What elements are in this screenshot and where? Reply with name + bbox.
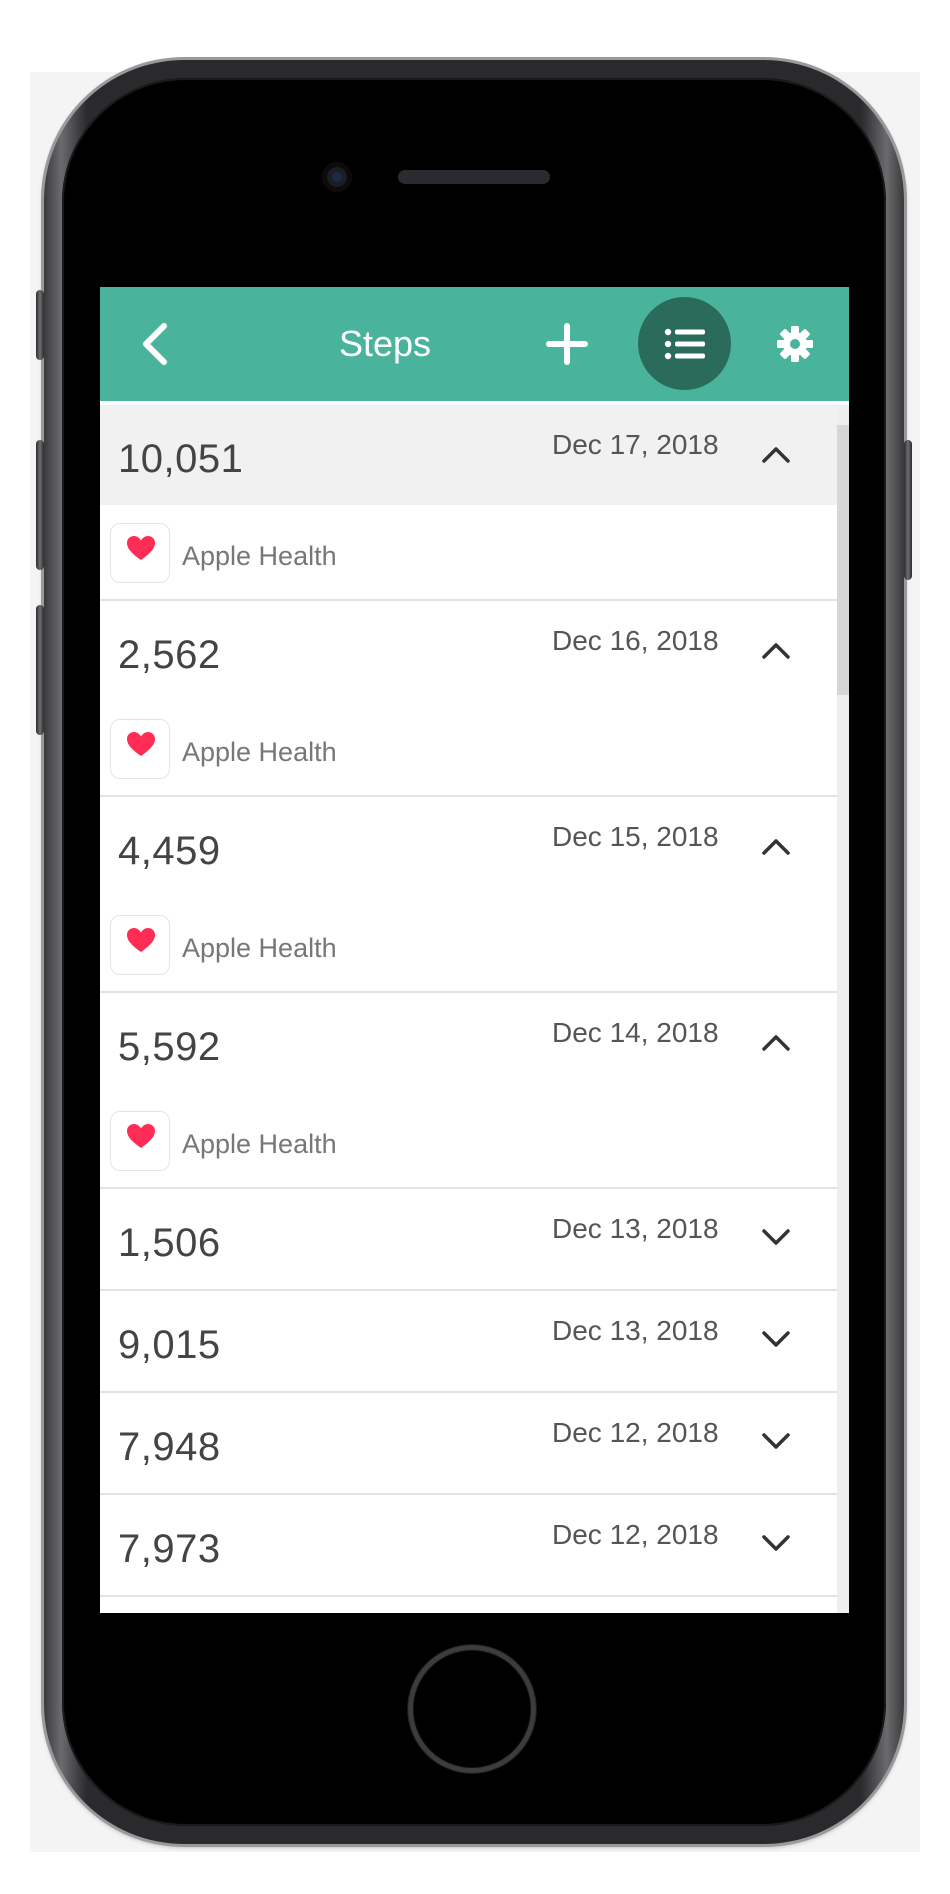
scrollbar-thumb[interactable] bbox=[837, 425, 849, 695]
entry-date: Dec 12, 2018 bbox=[552, 1417, 719, 1448]
apple-health-app-icon bbox=[110, 1111, 170, 1171]
front-camera bbox=[322, 162, 352, 192]
chevron-down-icon[interactable] bbox=[760, 1531, 792, 1555]
home-button[interactable] bbox=[408, 1645, 536, 1773]
chevron-down-icon[interactable] bbox=[760, 1429, 792, 1453]
entry-date: Dec 13, 2018 bbox=[552, 1213, 719, 1244]
data-source-label: Apple Health bbox=[182, 541, 337, 571]
step-entry-header[interactable]: 1,506 Dec 13, 2018 bbox=[100, 1189, 849, 1289]
list-view-button[interactable] bbox=[638, 297, 731, 390]
heart-icon bbox=[127, 536, 155, 560]
app-screen: Steps 10,051 Dec 17, 2018 Apple Health 2… bbox=[100, 287, 849, 1613]
chevron-down-icon[interactable] bbox=[760, 1225, 792, 1249]
heart-icon bbox=[127, 732, 155, 756]
data-source-label: Apple Health bbox=[182, 933, 337, 963]
heart-icon bbox=[127, 1124, 155, 1148]
earpiece-speaker bbox=[398, 170, 550, 184]
apple-health-app-icon bbox=[110, 523, 170, 583]
step-entry-header[interactable]: 4,459 Dec 15, 2018 bbox=[100, 797, 849, 897]
entry-date: Dec 13, 2018 bbox=[552, 1315, 719, 1346]
volume-up-button bbox=[36, 440, 44, 570]
step-entry-header[interactable]: 7,948 Dec 12, 2018 bbox=[100, 1393, 849, 1493]
step-entry: 10,051 Dec 17, 2018 Apple Health bbox=[100, 405, 849, 601]
step-entry: 5,592 Dec 14, 2018 Apple Health bbox=[100, 993, 849, 1189]
chevron-down-icon[interactable] bbox=[760, 1327, 792, 1351]
step-entry-header[interactable]: 9,015 Dec 13, 2018 bbox=[100, 1291, 849, 1391]
step-entry: 7,948 Dec 12, 2018 bbox=[100, 1393, 849, 1495]
step-entry-header[interactable]: 10,051 Dec 17, 2018 bbox=[100, 405, 849, 505]
step-entry: 9,015 Dec 13, 2018 bbox=[100, 1291, 849, 1393]
step-count-value: 2,562 bbox=[118, 633, 221, 677]
step-count-value: 1,506 bbox=[118, 1221, 221, 1265]
gear-icon bbox=[777, 326, 813, 362]
data-source-row: Apple Health bbox=[100, 1093, 849, 1187]
plus-icon bbox=[546, 323, 588, 365]
add-entry-button[interactable] bbox=[542, 319, 592, 369]
step-count-value: 5,592 bbox=[118, 1025, 221, 1069]
volume-down-button bbox=[36, 605, 44, 735]
chevron-up-icon[interactable] bbox=[760, 637, 792, 661]
entry-date: Dec 16, 2018 bbox=[552, 625, 719, 656]
entry-date: Dec 14, 2018 bbox=[552, 1017, 719, 1048]
data-source-row: Apple Health bbox=[100, 505, 849, 599]
chevron-up-icon[interactable] bbox=[760, 833, 792, 857]
step-count-value: 9,015 bbox=[118, 1323, 221, 1367]
data-source-label: Apple Health bbox=[182, 737, 337, 767]
page-title: Steps bbox=[338, 323, 432, 364]
back-button[interactable] bbox=[130, 319, 180, 369]
step-entry-header[interactable]: 5,592 Dec 14, 2018 bbox=[100, 993, 849, 1093]
step-entry: 4,459 Dec 15, 2018 Apple Health bbox=[100, 797, 849, 993]
step-count-value: 7,948 bbox=[118, 1425, 221, 1469]
chevron-up-icon[interactable] bbox=[760, 1029, 792, 1053]
mute-switch bbox=[36, 290, 44, 360]
settings-button[interactable] bbox=[770, 319, 820, 369]
stage: Steps 10,051 Dec 17, 2018 Apple Health 2… bbox=[0, 0, 950, 1894]
entry-date: Dec 15, 2018 bbox=[552, 821, 719, 852]
chevron-left-icon bbox=[143, 323, 167, 365]
chevron-up-icon[interactable] bbox=[760, 441, 792, 465]
step-count-value: 7,973 bbox=[118, 1527, 221, 1571]
entry-date: Dec 12, 2018 bbox=[552, 1519, 719, 1550]
steps-entry-list: 10,051 Dec 17, 2018 Apple Health 2,562 Dec 1… bbox=[100, 405, 849, 1613]
step-count-value: 10,051 bbox=[118, 437, 244, 481]
data-source-row: Apple Health bbox=[100, 701, 849, 795]
apple-health-app-icon bbox=[110, 915, 170, 975]
step-count-value: 4,459 bbox=[118, 829, 221, 873]
entry-date: Dec 17, 2018 bbox=[552, 429, 719, 460]
step-entry-header[interactable]: 2,562 Dec 16, 2018 bbox=[100, 601, 849, 701]
step-entry: 1,506 Dec 13, 2018 bbox=[100, 1189, 849, 1291]
data-source-label: Apple Health bbox=[182, 1129, 337, 1159]
data-source-row: Apple Health bbox=[100, 897, 849, 991]
step-entry: 7,973 Dec 12, 2018 bbox=[100, 1495, 849, 1597]
step-entry-header[interactable]: 7,973 Dec 12, 2018 bbox=[100, 1495, 849, 1595]
app-bar: Steps bbox=[100, 287, 849, 401]
heart-icon bbox=[127, 928, 155, 952]
power-button bbox=[904, 440, 912, 580]
list-icon bbox=[664, 328, 705, 359]
step-entry: 2,562 Dec 16, 2018 Apple Health bbox=[100, 601, 849, 797]
apple-health-app-icon bbox=[110, 719, 170, 779]
